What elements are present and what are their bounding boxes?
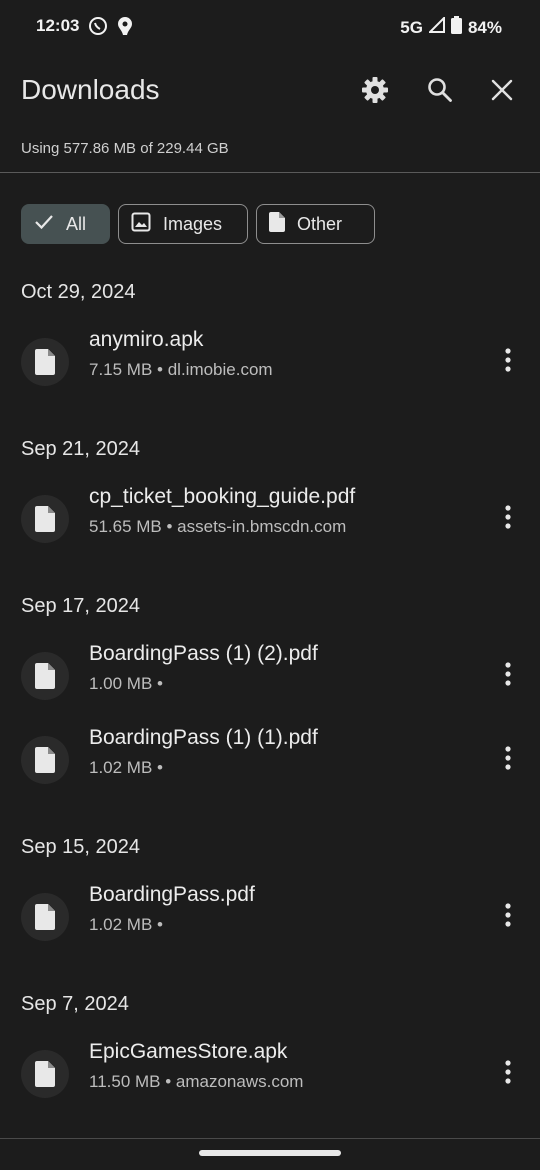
network-type: 5G [400, 17, 423, 37]
more-vert-icon [505, 504, 511, 534]
list-item[interactable]: EpicGamesStore.apk 11.50 MB • amazonaws.… [0, 1040, 540, 1122]
bottom-divider [0, 1138, 540, 1139]
file-meta: 51.65 MB • assets-in.bmscdn.com [89, 517, 347, 536]
file-meta: 1.00 MB • [89, 674, 163, 693]
filter-chip-label: All [66, 213, 87, 234]
filter-chip-all[interactable]: All [21, 204, 110, 244]
status-bar: 12:03 5G 84% [0, 0, 540, 56]
list-item[interactable]: anymiro.apk 7.15 MB • dl.imobie.com [0, 328, 540, 410]
list-item[interactable]: BoardingPass.pdf 1.02 MB • [0, 883, 540, 965]
file-icon [269, 211, 285, 237]
more-options-button[interactable] [492, 499, 524, 539]
settings-button[interactable] [355, 72, 395, 112]
file-icon [21, 495, 69, 543]
notification-app-icon [116, 16, 134, 41]
file-name: BoardingPass (1) (2).pdf [89, 642, 318, 665]
list-item[interactable]: BoardingPass (1) (1).pdf 1.02 MB • [0, 726, 540, 808]
file-icon [21, 736, 69, 784]
date-header: Sep 15, 2024 [21, 836, 140, 858]
date-header: Sep 21, 2024 [21, 438, 140, 460]
storage-usage: Using 577.86 MB of 229.44 GB [21, 140, 229, 157]
more-vert-icon [505, 745, 511, 775]
gesture-nav-handle[interactable] [199, 1150, 341, 1156]
close-button[interactable] [482, 72, 522, 112]
date-header: Sep 7, 2024 [21, 993, 129, 1015]
search-icon [427, 77, 453, 108]
status-right: 5G 84% [400, 15, 502, 39]
more-vert-icon [505, 1059, 511, 1089]
file-name: BoardingPass.pdf [89, 883, 255, 906]
signal-icon [427, 15, 445, 38]
file-meta: 11.50 MB • amazonaws.com [89, 1072, 304, 1091]
image-icon [131, 212, 151, 237]
file-name: anymiro.apk [89, 328, 204, 351]
notification-icons [88, 16, 134, 41]
file-icon [21, 652, 69, 700]
more-options-button[interactable] [492, 342, 524, 382]
more-options-button[interactable] [492, 740, 524, 780]
file-meta: 1.02 MB • [89, 758, 163, 777]
file-name: EpicGamesStore.apk [89, 1040, 288, 1063]
date-header: Oct 29, 2024 [21, 281, 136, 303]
more-options-button[interactable] [492, 897, 524, 937]
more-vert-icon [505, 661, 511, 691]
filter-chip-images[interactable]: Images [118, 204, 248, 244]
file-icon [21, 338, 69, 386]
app-bar: Downloads [0, 60, 540, 124]
more-vert-icon [505, 347, 511, 377]
more-vert-icon [505, 902, 511, 932]
divider [0, 172, 540, 173]
date-header: Sep 17, 2024 [21, 595, 140, 617]
close-icon [491, 79, 513, 106]
file-icon [21, 893, 69, 941]
whatsapp-icon [88, 16, 108, 41]
status-time: 12:03 [36, 16, 80, 35]
more-options-button[interactable] [492, 1054, 524, 1094]
filter-chip-label: Images [163, 213, 223, 234]
filter-chip-label: Other [297, 213, 343, 234]
gear-icon [361, 76, 389, 109]
page-title: Downloads [21, 74, 160, 105]
more-options-button[interactable] [492, 656, 524, 696]
filter-chip-other[interactable]: Other [256, 204, 375, 244]
list-item[interactable]: BoardingPass (1) (2).pdf 1.00 MB • [0, 642, 540, 724]
file-name: cp_ticket_booking_guide.pdf [89, 485, 356, 508]
file-name: BoardingPass (1) (1).pdf [89, 726, 318, 749]
check-icon [34, 214, 54, 235]
list-item[interactable]: cp_ticket_booking_guide.pdf 51.65 MB • a… [0, 485, 540, 567]
battery-icon [450, 16, 462, 39]
file-meta: 7.15 MB • dl.imobie.com [89, 360, 273, 379]
file-icon [21, 1050, 69, 1098]
battery-percent: 84% [467, 17, 502, 37]
filter-chips: All Images Other [21, 204, 375, 244]
file-meta: 1.02 MB • [89, 915, 163, 934]
search-button[interactable] [420, 72, 460, 112]
